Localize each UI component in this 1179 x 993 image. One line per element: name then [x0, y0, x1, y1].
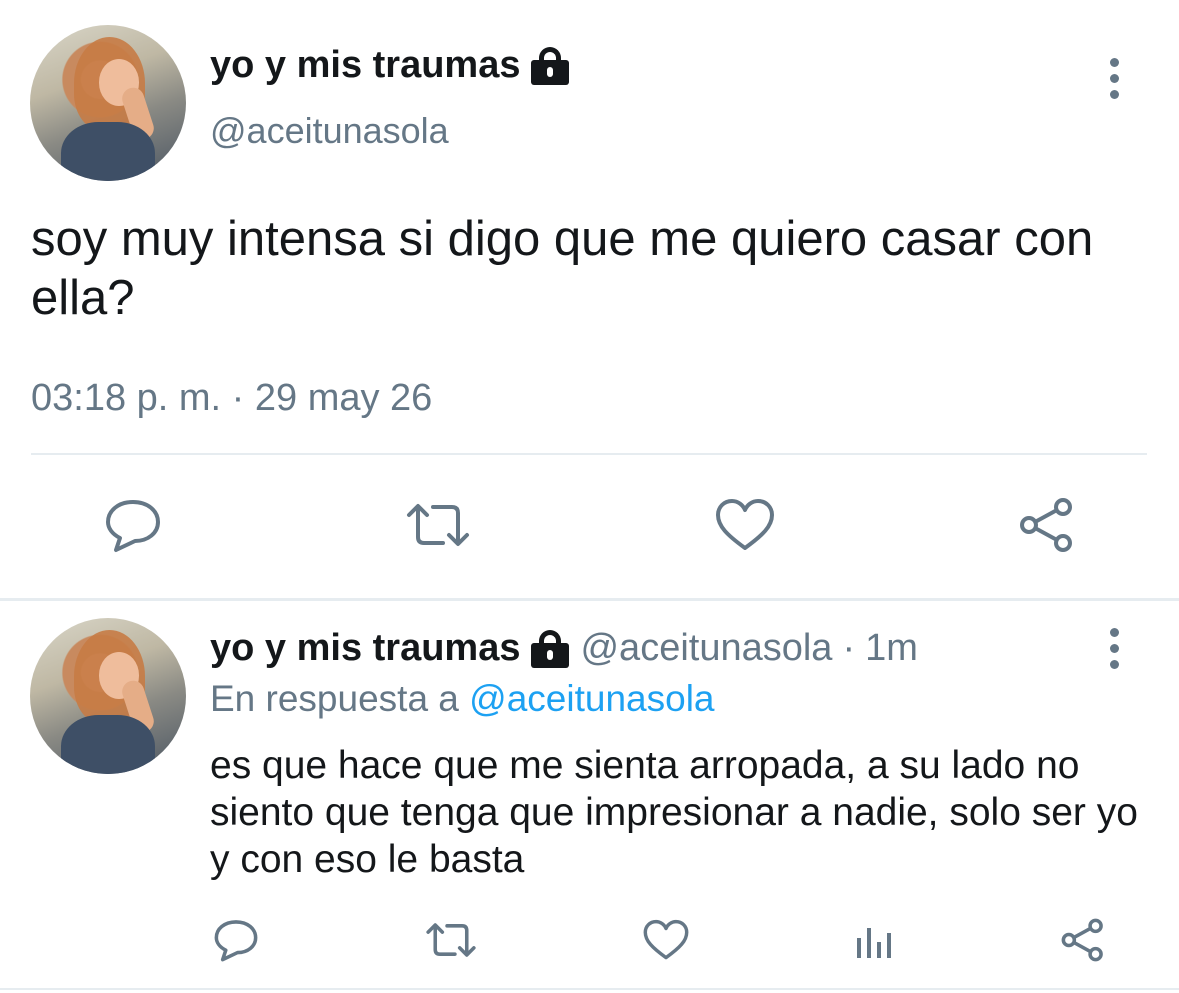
- timestamp[interactable]: 03:18 p. m. · 29 may 26: [31, 377, 432, 420]
- like-icon: [643, 919, 688, 960]
- handle[interactable]: @aceitunasola: [210, 110, 449, 152]
- divider: [31, 453, 1147, 455]
- share-icon: [1019, 498, 1072, 552]
- reply-button[interactable]: [104, 497, 162, 553]
- display-name[interactable]: yo y mis traumas: [210, 44, 520, 87]
- share-button[interactable]: [1060, 918, 1106, 962]
- divider: [0, 988, 1179, 990]
- like-button[interactable]: [643, 919, 689, 961]
- more-options-icon[interactable]: [1107, 628, 1121, 669]
- reply-avatar[interactable]: [30, 618, 186, 774]
- reply-display-name[interactable]: yo y mis traumas: [210, 627, 520, 670]
- reply-button[interactable]: [213, 918, 259, 962]
- lock-icon: [530, 629, 570, 668]
- reply-action-bar: [213, 915, 1106, 965]
- reply-text: es que hace que me sienta arropada, a su…: [210, 744, 1138, 881]
- retweet-button[interactable]: [405, 501, 471, 549]
- more-options-icon[interactable]: [1107, 58, 1121, 99]
- share-icon: [1061, 918, 1103, 962]
- in-reply-to: En respuesta a @aceitunasola: [210, 678, 715, 720]
- retweet-button[interactable]: [425, 921, 477, 959]
- main-tweet: yo y mis traumas @aceitunasola soy muy i…: [0, 0, 1179, 600]
- retweet-icon: [426, 923, 476, 957]
- reply-header: yo y mis traumas @aceitunasola · 1m: [210, 627, 918, 670]
- analytics-icon: [857, 928, 892, 958]
- retweet-icon: [407, 504, 470, 546]
- reply-icon: [214, 920, 258, 962]
- avatar[interactable]: [30, 25, 186, 181]
- analytics-button[interactable]: [854, 920, 894, 960]
- tweet-separator: [0, 598, 1179, 601]
- like-icon: [715, 499, 774, 550]
- reply-time[interactable]: 1m: [865, 627, 918, 670]
- reply-handle[interactable]: @aceitunasola: [580, 627, 832, 670]
- dot-separator: ·: [842, 627, 856, 669]
- lock-icon: [530, 46, 570, 85]
- reply-mention-link[interactable]: @aceitunasola: [469, 678, 714, 719]
- tweet-text: soy muy intensa si digo que me quiero ca…: [31, 212, 1094, 325]
- action-bar: [104, 495, 1076, 555]
- reply-icon: [106, 500, 160, 552]
- share-button[interactable]: [1018, 497, 1076, 553]
- like-button[interactable]: [715, 498, 775, 552]
- display-name-row[interactable]: yo y mis traumas: [210, 44, 570, 87]
- reply-prefix: En respuesta a: [210, 678, 459, 719]
